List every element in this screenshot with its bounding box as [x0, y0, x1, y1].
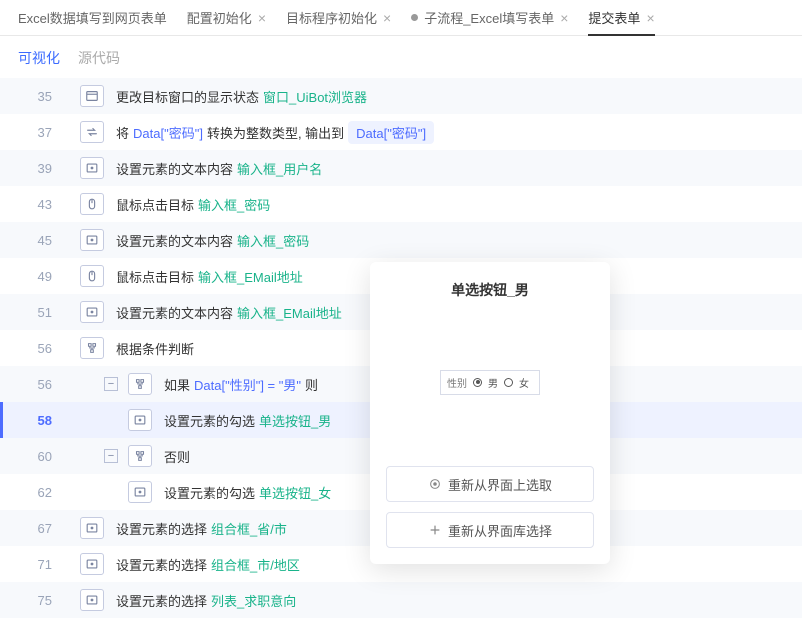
- step-text: 设置元素的勾选 单选按钮_男: [164, 411, 331, 430]
- branch-icon: [128, 445, 152, 467]
- step-text: 否则: [164, 447, 190, 466]
- step-text: 设置元素的文本内容 输入框_用户名: [116, 159, 322, 178]
- target-icon: [80, 517, 104, 539]
- line-number: 49: [0, 269, 80, 284]
- close-icon[interactable]: ×: [646, 10, 654, 26]
- close-icon[interactable]: ×: [258, 10, 266, 26]
- window-icon: [80, 85, 104, 107]
- target-icon: [80, 301, 104, 323]
- step-row[interactable]: 43 鼠标点击目标 输入框_密码: [0, 186, 802, 222]
- line-number: 62: [0, 485, 80, 500]
- step-row[interactable]: 75 设置元素的选择 列表_求职意向: [0, 582, 802, 618]
- element-preview-popup: 单选按钮_男 性别 男 女 重新从界面上选取 重新从界面库选择: [370, 262, 610, 564]
- tab-label: 提交表单: [588, 8, 640, 27]
- line-number: 56: [0, 377, 80, 392]
- target-icon: [80, 553, 104, 575]
- preview-content: 性别 男 女: [440, 370, 540, 395]
- file-tab[interactable]: 提交表单 ×: [578, 0, 664, 36]
- mouse-icon: [80, 265, 104, 287]
- target-icon: [128, 481, 152, 503]
- step-row[interactable]: 35 更改目标窗口的显示状态 窗口_UiBot浏览器: [0, 78, 802, 114]
- line-number: 39: [0, 161, 80, 176]
- file-tab[interactable]: 配置初始化 ×: [177, 0, 276, 36]
- step-text: 设置元素的选择 列表_求职意向: [116, 591, 296, 610]
- tab-label: 目标程序初始化: [286, 8, 377, 27]
- element-screenshot-preview: 性别 男 女: [386, 322, 594, 442]
- step-row[interactable]: 39 设置元素的文本内容 输入框_用户名: [0, 150, 802, 186]
- step-text: 鼠标点击目标 输入框_EMail地址: [116, 267, 303, 286]
- step-text: 如果 Data["性别"] = "男" 则: [164, 375, 318, 394]
- branch-icon: [128, 373, 152, 395]
- target-icon: [428, 477, 442, 491]
- line-number: 51: [0, 305, 80, 320]
- step-row[interactable]: 45 设置元素的文本内容 输入框_密码: [0, 222, 802, 258]
- plus-icon: [428, 523, 442, 537]
- view-mode-tabs: 可视化 源代码: [0, 36, 802, 78]
- tab-label: 配置初始化: [187, 8, 252, 27]
- tab-source[interactable]: 源代码: [78, 48, 120, 68]
- line-number: 67: [0, 521, 80, 536]
- collapse-toggle-icon[interactable]: −: [104, 449, 118, 463]
- line-number: 60: [0, 449, 80, 464]
- line-number: 35: [0, 89, 80, 104]
- step-text: 设置元素的勾选 单选按钮_女: [164, 483, 331, 502]
- line-number: 75: [0, 593, 80, 608]
- tab-label: 子流程_Excel填写表单: [424, 8, 554, 27]
- step-text: 将 Data["密码"] 转换为整数类型, 输出到 Data["密码"]: [116, 121, 434, 144]
- line-number: 45: [0, 233, 80, 248]
- repick-from-screen-button[interactable]: 重新从界面上选取: [386, 466, 594, 502]
- line-number: 71: [0, 557, 80, 572]
- step-text: 根据条件判断: [116, 339, 194, 358]
- line-number: 43: [0, 197, 80, 212]
- popup-title: 单选按钮_男: [386, 280, 594, 300]
- modified-dot-icon: [411, 14, 418, 21]
- close-icon[interactable]: ×: [560, 10, 568, 26]
- target-icon: [80, 157, 104, 179]
- tab-visual[interactable]: 可视化: [18, 48, 60, 68]
- line-number: 56: [0, 341, 80, 356]
- mouse-icon: [80, 193, 104, 215]
- file-tab[interactable]: 目标程序初始化 ×: [276, 0, 401, 36]
- convert-icon: [80, 121, 104, 143]
- step-text: 设置元素的文本内容 输入框_EMail地址: [116, 303, 342, 322]
- repick-from-library-button[interactable]: 重新从界面库选择: [386, 512, 594, 548]
- line-number: 37: [0, 125, 80, 140]
- line-number: 58: [0, 413, 80, 428]
- step-text: 设置元素的选择 组合框_市/地区: [116, 555, 300, 574]
- step-row[interactable]: 37 将 Data["密码"] 转换为整数类型, 输出到 Data["密码"]: [0, 114, 802, 150]
- target-icon: [128, 409, 152, 431]
- radio-icon: [504, 378, 513, 387]
- step-text: 设置元素的选择 组合框_省/市: [116, 519, 287, 538]
- target-icon: [80, 589, 104, 611]
- file-tab[interactable]: Excel数据填写到网页表单: [8, 0, 177, 36]
- radio-icon: [473, 378, 482, 387]
- collapse-toggle-icon[interactable]: −: [104, 377, 118, 391]
- target-icon: [80, 229, 104, 251]
- step-text: 更改目标窗口的显示状态 窗口_UiBot浏览器: [116, 87, 367, 106]
- tab-label: Excel数据填写到网页表单: [18, 8, 167, 27]
- file-tabs: Excel数据填写到网页表单配置初始化×目标程序初始化×子流程_Excel填写表…: [0, 0, 802, 36]
- close-icon[interactable]: ×: [383, 10, 391, 26]
- step-text: 设置元素的文本内容 输入框_密码: [116, 231, 309, 250]
- step-text: 鼠标点击目标 输入框_密码: [116, 195, 270, 214]
- file-tab[interactable]: 子流程_Excel填写表单 ×: [401, 0, 578, 36]
- branch-icon: [80, 337, 104, 359]
